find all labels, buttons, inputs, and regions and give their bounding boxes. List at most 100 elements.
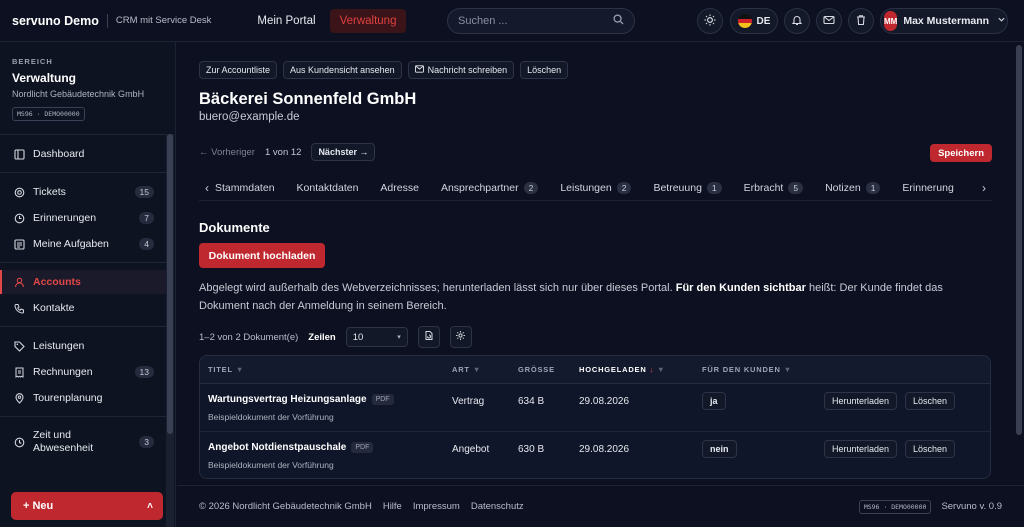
record-counter: 1 von 12: [264, 146, 302, 158]
new-button-label: + Neu: [23, 500, 54, 512]
nav-verwaltung[interactable]: Verwaltung: [329, 8, 407, 33]
sidebar-item-rechnungen[interactable]: Rechnungen 13: [0, 360, 166, 384]
theme-toggle-button[interactable]: [697, 8, 723, 34]
search-input[interactable]: [458, 15, 613, 27]
tab-notizen[interactable]: Notizen 1: [825, 181, 881, 194]
tab-label: Stammdaten: [215, 181, 275, 194]
brand-name[interactable]: servuno Demo: [12, 14, 99, 28]
topbar: servuno Demo CRM mit Service Desk Mein P…: [0, 0, 1024, 42]
sort-icon: ▼: [235, 365, 245, 374]
tab-kontaktdaten[interactable]: Kontaktdaten: [297, 182, 359, 194]
tab-label: Ansprechpartner: [440, 181, 519, 194]
back-to-list-button[interactable]: Zur Accountliste: [199, 61, 278, 79]
column-header-type[interactable]: ART ▼: [452, 365, 481, 374]
delete-document-button[interactable]: Löschen: [905, 440, 956, 458]
sidebar-item-label: Meine Aufgaben: [33, 238, 109, 250]
footer-link-impressum[interactable]: Impressum: [413, 501, 460, 512]
tab-label: Adresse: [380, 181, 419, 194]
previous-button[interactable]: ← Vorheriger: [199, 147, 255, 158]
scrollbar-thumb[interactable]: [1016, 45, 1022, 435]
column-header-uploaded[interactable]: HOCHGELADEN ↓ ▼: [579, 365, 665, 374]
visibility-toggle[interactable]: ja: [702, 392, 726, 410]
sort-icon: ▼: [783, 365, 792, 374]
sidebar-item-zeit-und-abwesenheit[interactable]: Zeit und Abwesenheit 3: [0, 427, 166, 457]
tab-betreuung[interactable]: Betreuung 1: [653, 181, 722, 194]
sidebar-item-kontakte[interactable]: Kontakte: [0, 296, 166, 320]
sidebar-item-dashboard[interactable]: Dashboard: [0, 142, 166, 166]
scrollbar-thumb[interactable]: [167, 134, 173, 434]
save-button[interactable]: Speichern: [930, 144, 992, 162]
document-title[interactable]: Angebot Notdienstpauschale PDF: [208, 442, 374, 453]
tab-erbracht[interactable]: Erbracht 5: [744, 181, 804, 194]
user-name: Max Mustermann: [903, 15, 990, 27]
top-navigation: Mein Portal Verwaltung: [247, 8, 407, 33]
language-selector[interactable]: DE: [730, 8, 778, 34]
delete-document-button[interactable]: Löschen: [905, 392, 956, 410]
account-actions: Zur Accountliste Aus Kundensicht ansehen…: [199, 61, 569, 79]
search-box[interactable]: [447, 8, 635, 34]
trash-icon: [855, 14, 867, 29]
sidebar-item-tickets[interactable]: Tickets 15: [0, 180, 166, 204]
footer-tenant-code: MS96 · DEMO00000: [858, 499, 932, 514]
delete-account-button[interactable]: Löschen: [520, 61, 569, 79]
tab-erinnerung[interactable]: Erinnerung: [902, 182, 953, 194]
sidebar-company: Nordlicht Gebäudetechnik GmbH: [12, 89, 145, 99]
messages-button[interactable]: [816, 8, 842, 34]
document-subtitle: Beispieldokument der Vorführung: [208, 412, 334, 422]
download-button[interactable]: Herunterladen: [824, 440, 898, 458]
main-content: Zur Accountliste Aus Kundensicht ansehen…: [177, 43, 1014, 485]
format-badge: PDF: [351, 442, 374, 453]
footer-link-datenschutz[interactable]: Datenschutz: [471, 501, 524, 512]
column-header-title[interactable]: TITEL ▼: [208, 365, 244, 374]
clock-icon: [14, 213, 25, 224]
tab-adresse[interactable]: Adresse: [380, 182, 419, 194]
sidebar-item-meine-aufgaben[interactable]: Meine Aufgaben 4: [0, 232, 166, 256]
sort-icon: ▼: [657, 365, 666, 374]
notifications-button[interactable]: [784, 8, 810, 34]
chevron-right-icon[interactable]: ›: [976, 181, 992, 195]
user-icon: [14, 277, 25, 288]
trash-button[interactable]: [848, 8, 874, 34]
sidebar-scrollbar[interactable]: [166, 134, 174, 527]
tab-badge: 1: [706, 181, 722, 194]
bell-icon: [791, 14, 803, 29]
refresh-icon: [423, 330, 434, 344]
user-menu[interactable]: MM Max Mustermann: [880, 8, 1008, 34]
rows-per-page-select[interactable]: 10 ▾: [345, 327, 408, 347]
document-title[interactable]: Wartungsvertrag Heizungsanlage PDF: [208, 394, 394, 405]
sidebar-divider: [0, 416, 166, 417]
sidebar-item-tourenplanung[interactable]: Tourenplanung: [0, 386, 166, 410]
column-header-visible[interactable]: FÜR DEN KUNDEN ▼: [702, 365, 792, 374]
next-button[interactable]: Nächster →: [311, 143, 376, 161]
time-icon: [14, 437, 25, 448]
nav-mein-portal[interactable]: Mein Portal: [247, 9, 325, 33]
column-label: ART: [452, 365, 470, 374]
download-button[interactable]: Herunterladen: [824, 392, 898, 410]
column-label: FÜR DEN KUNDEN: [702, 365, 781, 374]
new-button[interactable]: + Neu ˄: [11, 492, 163, 520]
upload-document-button[interactable]: Dokument hochladen: [199, 243, 325, 268]
write-message-button[interactable]: Nachricht schreiben: [407, 61, 515, 79]
footer-link-hilfe[interactable]: Hilfe: [383, 501, 402, 512]
brand-subtitle: CRM mit Service Desk: [115, 15, 212, 26]
sidebar-divider: [0, 172, 166, 173]
count-badge: 13: [134, 366, 154, 378]
visibility-toggle[interactable]: nein: [702, 440, 737, 458]
refresh-button[interactable]: [417, 326, 440, 348]
sidebar-item-accounts[interactable]: Accounts: [0, 270, 166, 294]
column-header-size[interactable]: GRÖSSE: [518, 365, 555, 374]
tab-leistungen[interactable]: Leistungen 2: [560, 181, 632, 194]
sidebar-item-leistungen[interactable]: Leistungen: [0, 334, 166, 358]
tab-ansprechpartner[interactable]: Ansprechpartner 2: [440, 181, 539, 194]
tab-stammdaten[interactable]: Stammdaten: [215, 182, 275, 194]
chevron-left-icon[interactable]: ‹: [199, 181, 215, 195]
sidebar-item-erinnerungen[interactable]: Erinnerungen 7: [0, 206, 166, 230]
main-scrollbar[interactable]: [1014, 43, 1024, 485]
column-label: HOCHGELADEN: [579, 365, 647, 374]
column-label: TITEL: [208, 365, 233, 374]
customer-view-button[interactable]: Aus Kundensicht ansehen: [283, 61, 402, 79]
mail-icon: [823, 14, 835, 29]
sidebar-item-label: Leistungen: [33, 340, 85, 352]
table-settings-button[interactable]: [449, 326, 472, 348]
sidebar-divider: [0, 134, 166, 135]
